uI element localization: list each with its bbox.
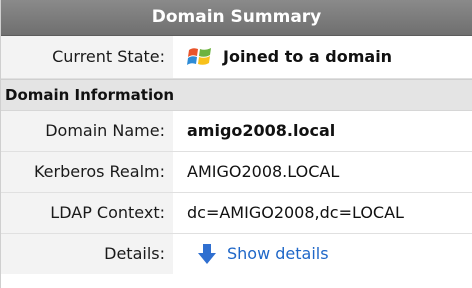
current-state-label: Current State: [1,36,177,78]
domain-name-row: Domain Name: amigo2008.local [1,111,472,152]
kerberos-realm-value: AMIGO2008.LOCAL [187,162,340,181]
down-arrow-icon[interactable] [197,243,217,265]
details-row: Details: Show details [1,234,472,274]
show-details-link[interactable]: Show details [227,234,329,274]
ldap-context-label: LDAP Context: [1,193,177,233]
ldap-context-row: LDAP Context: dc=AMIGO2008,dc=LOCAL [1,193,472,234]
panel-title: Domain Summary [1,0,472,36]
section-domain-information: Domain Information [1,79,472,111]
domain-name-label: Domain Name: [1,111,177,151]
current-state-text: Joined to a domain [223,47,393,66]
windows-flag-icon [187,48,211,65]
current-state-row: Current State: Joined to a domain [1,36,472,79]
current-state-value: Joined to a domain [177,36,472,78]
details-label: Details: [1,234,177,274]
domain-name-value: amigo2008.local [187,121,336,140]
domain-summary-panel: Domain Summary Current State: Joined to … [0,0,472,288]
kerberos-realm-label: Kerberos Realm: [1,152,177,192]
kerberos-realm-row: Kerberos Realm: AMIGO2008.LOCAL [1,152,472,193]
details-value: Show details [177,234,472,274]
ldap-context-value: dc=AMIGO2008,dc=LOCAL [187,203,404,222]
